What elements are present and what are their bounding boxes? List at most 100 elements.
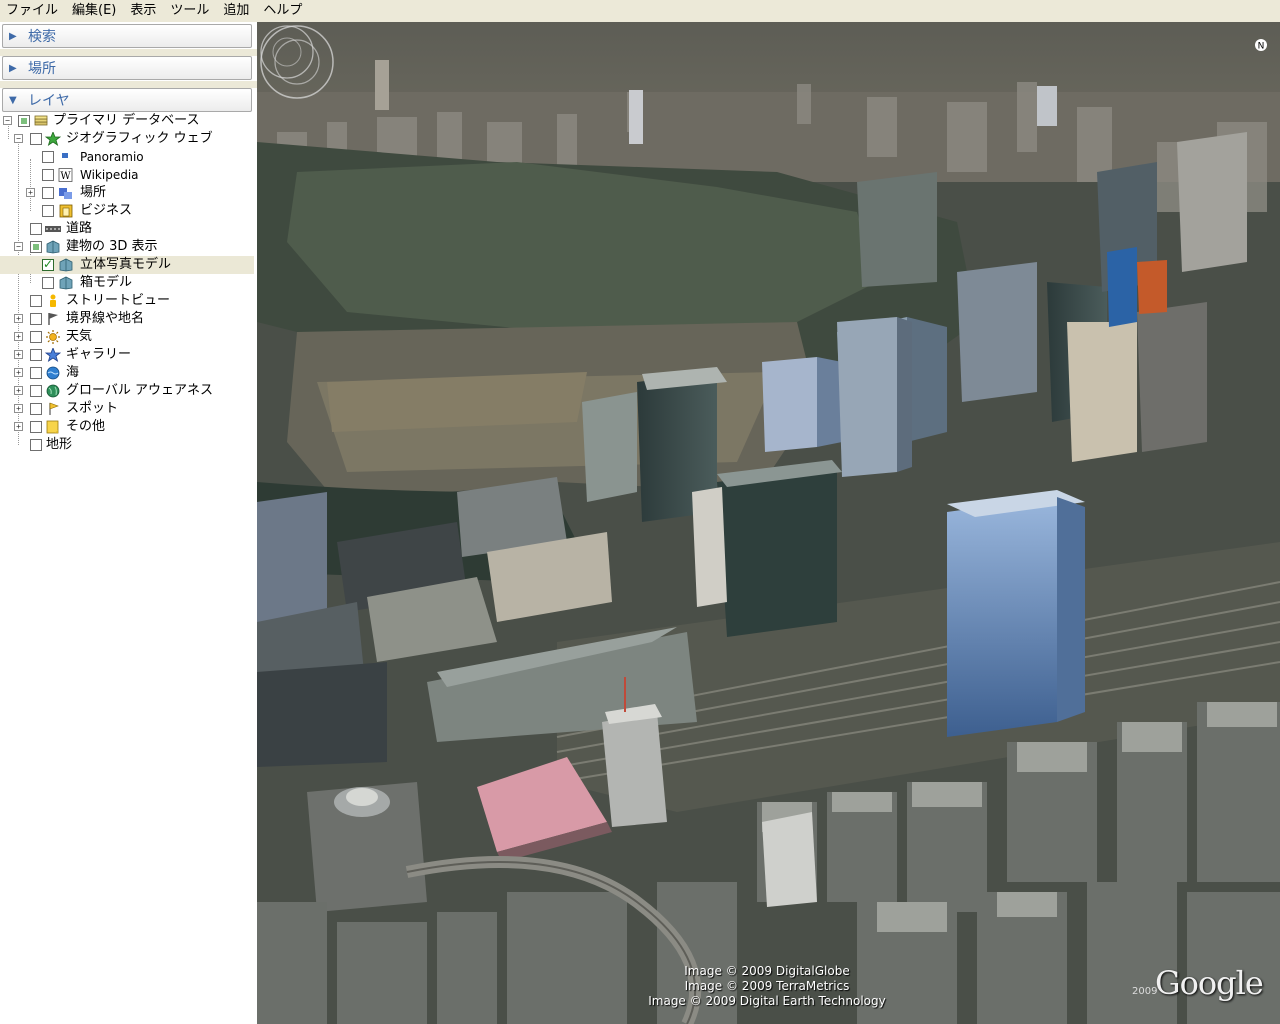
layer-checkbox[interactable] — [30, 403, 42, 415]
star-icon — [45, 132, 61, 146]
ocean-globe-icon — [46, 366, 60, 380]
places-panel-title: 場所 — [28, 61, 56, 77]
flag-icon — [48, 313, 58, 325]
3d-map-view[interactable]: N Image © 2009 DigitalGlobe Image © 2009… — [257, 22, 1280, 1024]
layer-checkbox[interactable] — [42, 169, 54, 181]
layer-checkbox[interactable] — [30, 385, 42, 397]
expand-icon[interactable]: + — [14, 332, 23, 341]
expand-icon[interactable]: + — [14, 368, 23, 377]
expand-icon[interactable]: + — [26, 188, 35, 197]
layer-row-street-view[interactable]: ストリートビュー — [0, 292, 254, 310]
layer-checkbox[interactable] — [42, 151, 54, 163]
expand-icon[interactable]: + — [14, 314, 23, 323]
layer-label: スポット — [66, 401, 119, 416]
globe-icon — [46, 384, 60, 398]
layer-label: 建物の 3D 表示 — [66, 239, 158, 254]
expand-icon[interactable]: + — [14, 404, 23, 413]
3d-building-icon — [59, 276, 73, 290]
layer-label: ジオグラフィック ウェブ — [66, 131, 213, 146]
layer-checkbox[interactable] — [30, 349, 42, 361]
expand-icon[interactable]: + — [14, 350, 23, 359]
north-indicator-icon[interactable]: N — [1254, 38, 1268, 52]
layer-row-wikipedia[interactable]: W Wikipedia — [0, 166, 254, 184]
expand-icon[interactable]: + — [14, 422, 23, 431]
collapse-icon[interactable]: − — [14, 134, 23, 143]
layer-label: ギャラリー — [66, 347, 132, 362]
layer-checkbox[interactable] — [42, 187, 54, 199]
layer-checkbox[interactable] — [30, 295, 42, 307]
attribution-line: Image © 2009 DigitalGlobe — [684, 964, 850, 978]
panel-divider — [0, 81, 257, 88]
svg-text:N: N — [1258, 42, 1265, 52]
layer-row-geographic-web[interactable]: − ジオグラフィック ウェブ — [0, 130, 254, 148]
layer-row-gallery[interactable]: + ギャラリー — [0, 346, 254, 364]
layer-label: Wikipedia — [80, 168, 139, 182]
logo-year: 2009 — [1132, 986, 1158, 997]
menu-file[interactable]: ファイル — [0, 0, 65, 22]
panoramio-icon — [62, 153, 68, 158]
layer-checkbox[interactable] — [30, 223, 42, 235]
layer-row-panoramio[interactable]: Panoramio — [0, 148, 254, 166]
layer-checkbox[interactable] — [18, 115, 30, 127]
layer-label: 道路 — [66, 221, 93, 236]
layer-checkbox[interactable] — [42, 257, 54, 271]
layer-checkbox[interactable] — [30, 313, 42, 325]
layer-checkbox[interactable] — [30, 367, 42, 379]
expand-icon[interactable]: + — [14, 386, 23, 395]
expand-down-icon: ▼ — [9, 94, 17, 106]
layer-row-photo-models[interactable]: 立体写真モデル — [0, 256, 254, 274]
note-icon — [46, 420, 59, 434]
layer-label: ストリートビュー — [66, 293, 171, 308]
layer-row-primary-database[interactable]: − プライマリ データベース — [0, 112, 254, 130]
layer-checkbox[interactable] — [42, 277, 54, 289]
menu-bar: ファイル 編集(E) 表示 ツール 追加 ヘルプ — [0, 0, 1280, 23]
layer-checkbox[interactable] — [30, 331, 42, 343]
layer-checkbox[interactable] — [30, 241, 42, 253]
search-panel-header[interactable]: ▶ 検索 — [2, 24, 252, 48]
places-icon — [59, 188, 72, 199]
search-panel-title: 検索 — [28, 29, 56, 45]
layer-row-global-awareness[interactable]: + グローバル アウェアネス — [0, 382, 254, 400]
menu-help[interactable]: ヘルプ — [256, 0, 309, 22]
layers-panel-title: レイヤ — [28, 93, 70, 109]
layer-label: プライマリ データベース — [53, 113, 200, 128]
layer-label: 天気 — [66, 329, 93, 344]
menu-add[interactable]: 追加 — [216, 0, 256, 22]
layer-row-ocean[interactable]: + 海 — [0, 364, 254, 382]
layers-panel-header[interactable]: ▼ レイヤ — [2, 88, 252, 112]
layer-row-business[interactable]: ビジネス — [0, 202, 254, 220]
layer-row-3d-buildings[interactable]: − 建物の 3D 表示 — [0, 238, 254, 256]
collapse-icon[interactable]: − — [14, 242, 23, 251]
layer-row-roads[interactable]: 道路 — [0, 220, 254, 238]
layer-label: 立体写真モデル — [80, 257, 172, 272]
collapse-icon[interactable]: − — [3, 116, 12, 125]
layer-row-places[interactable]: + 場所 — [0, 184, 254, 202]
panel-divider — [0, 49, 257, 56]
sidebar: ▶ 検索 ▶ 場所 ▼ レイヤ − プライマリ データベース − ジオグラフィッ… — [0, 22, 258, 1024]
google-logo: Google — [1155, 964, 1264, 1002]
attribution-line: Image © 2009 TerraMetrics — [684, 979, 850, 993]
layer-checkbox[interactable] — [30, 133, 42, 145]
menu-edit[interactable]: 編集(E) — [65, 0, 123, 22]
menu-tools[interactable]: ツール — [163, 0, 216, 22]
look-joystick-icon[interactable] — [257, 22, 317, 82]
layer-label: 箱モデル — [80, 275, 133, 290]
wikipedia-icon: W — [58, 168, 73, 182]
menu-view[interactable]: 表示 — [123, 0, 163, 22]
sun-icon — [46, 330, 60, 344]
layer-row-more[interactable]: + その他 — [0, 418, 254, 436]
layer-row-spots[interactable]: + スポット — [0, 400, 254, 418]
imagery-attribution: Image © 2009 DigitalGlobe Image © 2009 T… — [637, 964, 897, 1009]
layer-label: 地形 — [46, 437, 73, 452]
layer-checkbox[interactable] — [42, 205, 54, 217]
aerial-city-imagery — [257, 22, 1280, 1024]
layer-row-weather[interactable]: + 天気 — [0, 328, 254, 346]
layer-checkbox[interactable] — [30, 421, 42, 433]
layer-row-terrain[interactable]: 地形 — [0, 436, 254, 454]
places-panel-header[interactable]: ▶ 場所 — [2, 56, 252, 80]
business-building-icon — [59, 204, 73, 218]
layer-checkbox[interactable] — [30, 439, 42, 451]
layer-row-box-models[interactable]: 箱モデル — [0, 274, 254, 292]
layer-row-borders-labels[interactable]: + 境界線や地名 — [0, 310, 254, 328]
expand-right-icon: ▶ — [9, 62, 17, 74]
